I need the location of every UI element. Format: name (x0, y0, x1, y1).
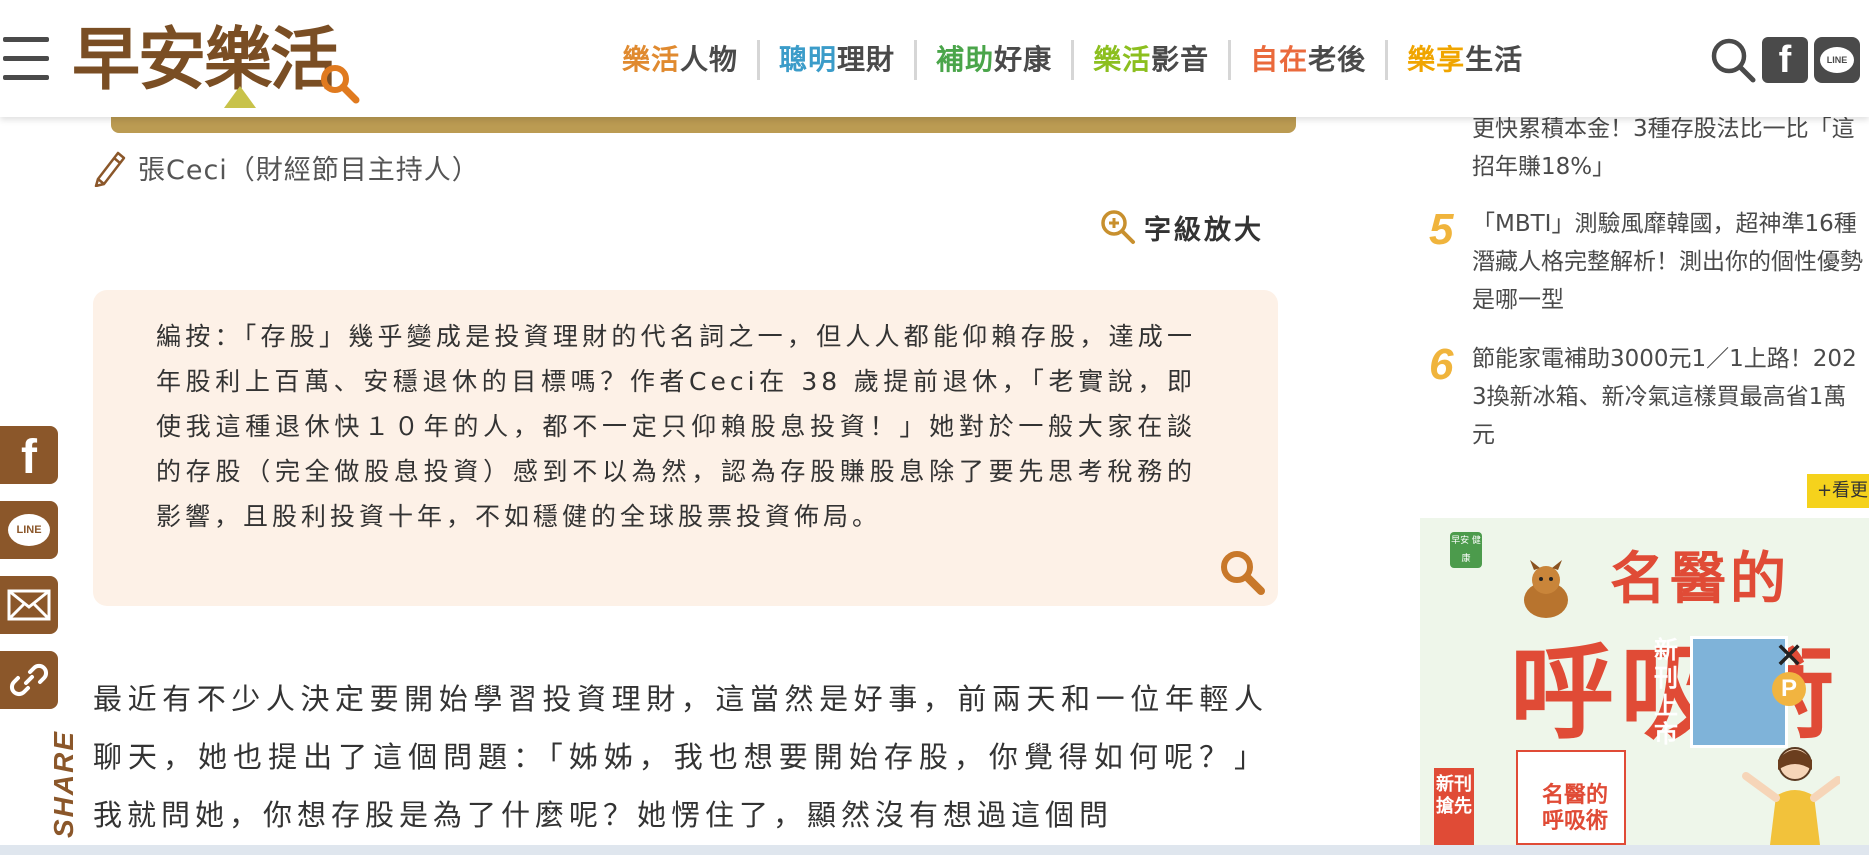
see-more-link[interactable]: +看更多 (1807, 474, 1869, 508)
rank-number: 6 (1429, 340, 1454, 389)
nav-item-accent: 樂享 (1407, 43, 1466, 76)
nav-item-0[interactable]: 樂活人物 (622, 40, 757, 80)
nav-item-5[interactable]: 樂享生活 (1385, 40, 1542, 80)
bottom-scroll-strip (0, 845, 1869, 855)
nav-item-accent: 聰明 (779, 43, 838, 76)
mail-icon[interactable] (0, 576, 58, 634)
facebook-icon[interactable]: f (1762, 37, 1808, 83)
nav-item-accent: 樂活 (1093, 43, 1152, 76)
editor-note-text: 編按：「存股」幾乎變成是投資理財的代名詞之一，但人人都能仰賴存股，達成一年股利上… (156, 322, 1196, 531)
author-row: 張Ceci（財經節目主持人） (92, 145, 480, 189)
rank-number: 5 (1429, 205, 1454, 254)
ad-side-tag: 新刊上市 (1654, 635, 1678, 748)
nav-item-label: 人物 (680, 43, 739, 76)
header-actions: f LINE (1710, 35, 1866, 85)
line-icon-label: LINE (8, 514, 50, 546)
nav-item-label: 理財 (837, 43, 896, 76)
menu-icon[interactable] (3, 37, 49, 81)
share-label: SHARE (48, 729, 79, 838)
search-icon[interactable] (1710, 37, 1756, 83)
nav-item-1[interactable]: 聰明理財 (757, 40, 914, 80)
line-icon[interactable]: LINE (1814, 37, 1860, 83)
pencil-icon (94, 151, 126, 187)
nav-item-3[interactable]: 樂活影音 (1071, 40, 1228, 80)
logo-magnifier-icon (321, 65, 360, 104)
rank-title[interactable]: 節能家電補助3000元1／1上路！2023換新冰箱、新冷氣這樣買最高省1萬元 (1472, 340, 1867, 454)
logo-text: 早安樂活 (72, 20, 338, 100)
nav-item-label: 生活 (1465, 43, 1524, 76)
font-size-button[interactable]: 字級放大 (1100, 205, 1264, 249)
ad-mini-title: 名醫的 呼吸術 (1542, 782, 1609, 834)
nav-item-2[interactable]: 補助好康 (914, 40, 1071, 80)
line-icon[interactable]: LINE (0, 501, 58, 559)
logo-mountain-icon (224, 86, 256, 108)
nav-item-accent: 補助 (936, 43, 995, 76)
author-name[interactable]: 張Ceci（財經節目主持人） (138, 148, 480, 187)
site-logo[interactable]: 早安樂活 (72, 20, 362, 108)
font-size-label: 字級放大 (1144, 214, 1264, 246)
link-icon[interactable] (0, 651, 58, 709)
ad-logo: 早安 健康 (1450, 532, 1482, 568)
ad-dismiss-icon[interactable]: ✕ (1774, 636, 1804, 677)
rank-title[interactable]: 更快累積本金！3種存股法比一比「這招年賺18%」 (1472, 110, 1867, 186)
nav-item-accent: 自在 (1250, 43, 1309, 76)
ad-badge: P (1772, 672, 1806, 706)
nav-item-label: 好康 (994, 43, 1053, 76)
main-nav: 樂活人物 聰明理財 補助好康 樂活影音 自在老後 樂享生活 (622, 40, 1542, 80)
nav-item-label: 影音 (1151, 43, 1210, 76)
site-header: 早安樂活 樂活人物 聰明理財 補助好康 樂活影音 自在老後 樂享生活 f LINE (0, 0, 1869, 117)
nav-item-label: 老後 (1308, 43, 1367, 76)
editor-note-box: 編按：「存股」幾乎變成是投資理財的代名詞之一，但人人都能仰賴存股，達成一年股利上… (93, 290, 1278, 606)
article-body: 最近有不少人決定要開始學習投資理財，這當然是好事，前兩天和一位年輕人聊天，她也提… (93, 682, 1268, 832)
search-icon[interactable] (1218, 548, 1266, 596)
nav-item-4[interactable]: 自在老後 (1228, 40, 1385, 80)
facebook-icon[interactable]: f (0, 426, 58, 484)
nav-item-accent: 樂活 (622, 43, 681, 76)
ad-bottom-tag: 新刊搶先 (1434, 768, 1474, 845)
zoom-in-icon (1101, 210, 1135, 244)
woman-illustration-icon (1742, 747, 1840, 845)
ad-banner[interactable]: 早安 健康 名醫的 呼吸術 新刊上市 ✕ P 新刊搶先 名醫的 呼吸術 (1420, 518, 1869, 845)
share-bar: f LINE (0, 426, 58, 726)
line-icon-label: LINE (1820, 47, 1854, 73)
ad-headline-top: 名醫的 (1610, 546, 1790, 612)
rank-title[interactable]: 「MBTI」測驗風靡韓國，超神準16種潛藏人格完整解析！測出你的個性優勢是哪一型 (1472, 205, 1867, 319)
